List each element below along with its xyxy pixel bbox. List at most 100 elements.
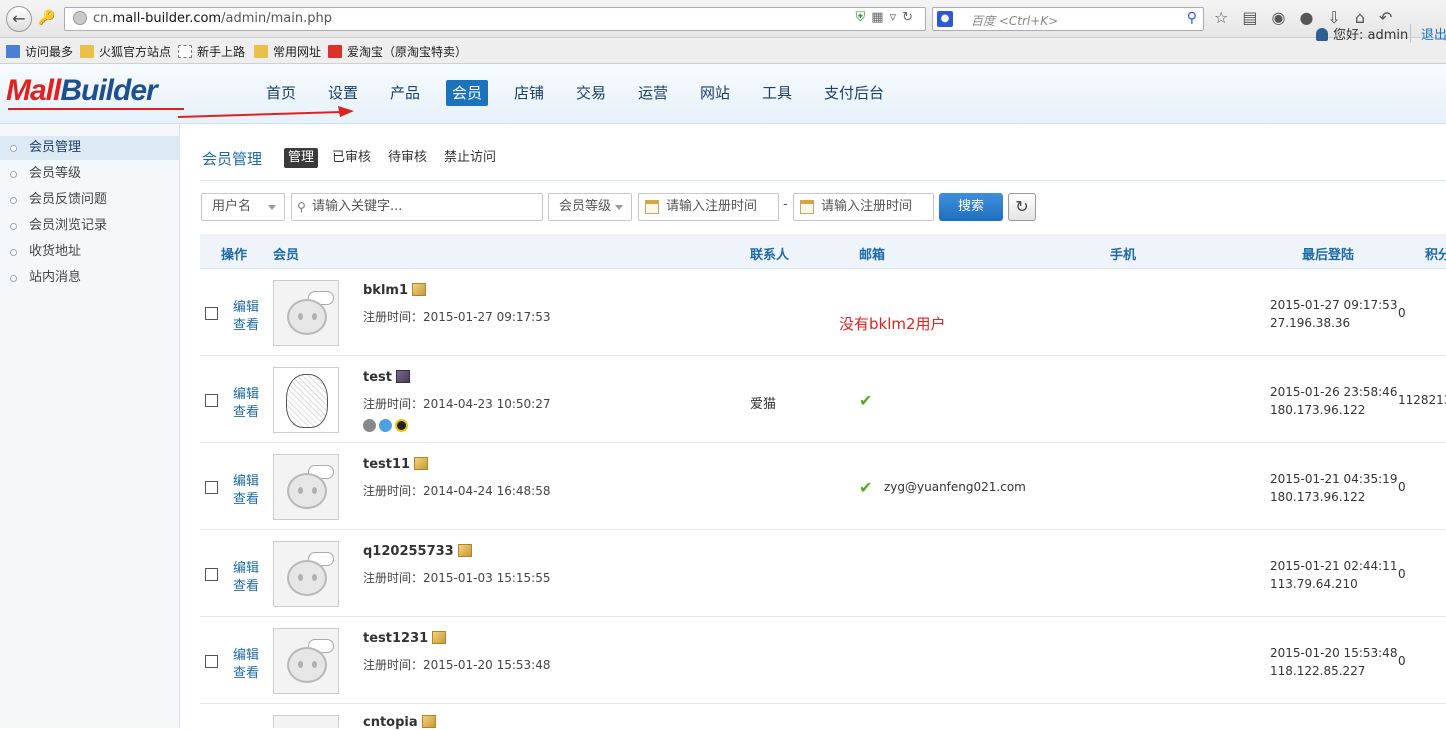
table-row: 编辑 查看 test1231 注册时间：2015-01-20 15:53:48 …	[200, 617, 1446, 704]
bookmark-aitaobao[interactable]: 爱淘宝（原淘宝特卖）	[328, 43, 467, 60]
sidebar-item-browse-history[interactable]: 会员浏览记录	[0, 214, 180, 238]
nav-shops[interactable]: 店铺	[508, 80, 550, 106]
points: 0	[1398, 480, 1406, 494]
baidu-icon[interactable]: ●	[937, 11, 953, 27]
row-checkbox[interactable]	[205, 568, 218, 581]
sidebar: 会员管理 会员等级 会员反馈问题 会员浏览记录 收货地址 站内消息	[0, 124, 180, 728]
annotation-arrow	[177, 106, 354, 118]
reset-button[interactable]: ↻	[1008, 193, 1036, 221]
logo[interactable]: MallBuilder	[6, 74, 158, 108]
qq-icon[interactable]	[395, 419, 408, 432]
username[interactable]: q120255733	[363, 544, 472, 559]
shield-icon[interactable]: ⛨	[856, 10, 872, 25]
nav-tools[interactable]: 工具	[756, 80, 798, 106]
user-greeting: 您好: admin	[1316, 24, 1408, 43]
nav-home[interactable]: 首页	[260, 80, 302, 106]
tab-approved[interactable]: 已审核	[328, 148, 375, 168]
tab-pending[interactable]: 待审核	[384, 148, 431, 168]
sidebar-item-member-management[interactable]: 会员管理	[0, 136, 180, 160]
search-button[interactable]: 搜索	[939, 193, 1003, 221]
row-checkbox[interactable]	[205, 481, 218, 494]
avatar[interactable]	[273, 715, 339, 728]
avatar[interactable]	[273, 280, 339, 346]
view-link[interactable]: 查看	[233, 488, 259, 507]
back-icon[interactable]: ←	[6, 6, 32, 32]
nav-settings[interactable]: 设置	[322, 80, 364, 106]
edit-link[interactable]: 编辑	[233, 470, 259, 489]
divider	[200, 180, 1446, 181]
sidebar-item-messages[interactable]: 站内消息	[0, 266, 180, 290]
keyword-input[interactable]: ⚲ 请输入关键字...	[291, 193, 543, 221]
view-link[interactable]: 查看	[233, 575, 259, 594]
avatar-face	[287, 473, 327, 509]
bookmark-firefox[interactable]: 火狐官方站点	[80, 43, 171, 60]
row-checkbox[interactable]	[205, 655, 218, 668]
edit-link[interactable]: 编辑	[233, 644, 259, 663]
qr-icon[interactable]: ▦	[871, 10, 889, 25]
level-select[interactable]: 会员等级	[548, 193, 632, 221]
points: 1128213	[1398, 393, 1446, 407]
last-login: 2015-01-27 09:17:53 27.196.38.36	[1270, 298, 1398, 330]
view-link[interactable]: 查看	[233, 314, 259, 333]
address-bar-icons: ⛨▦▿↻	[856, 10, 920, 25]
check-icon: ✔	[859, 391, 873, 410]
username[interactable]: bklm1	[363, 283, 426, 298]
nav-website[interactable]: 网站	[694, 80, 736, 106]
nav-members[interactable]: 会员	[446, 80, 489, 106]
table-row: cntopia	[200, 704, 1446, 730]
bookmark-getting-started[interactable]: 新手上路	[178, 43, 245, 60]
folder-icon	[254, 45, 268, 58]
nav-trades[interactable]: 交易	[570, 80, 612, 106]
browser-search-placeholder: 百度 <Ctrl+K>	[971, 14, 1059, 28]
chevron-down-icon	[268, 205, 276, 210]
view-link[interactable]: 查看	[233, 401, 259, 420]
user-icon	[1316, 28, 1328, 41]
reader-icon[interactable]: ▤	[1242, 8, 1271, 27]
avatar[interactable]	[273, 628, 339, 694]
refresh-icon: ↻	[1015, 197, 1029, 216]
row-checkbox[interactable]	[205, 307, 218, 320]
magnifier-icon[interactable]: ⚲	[1187, 10, 1197, 26]
dropdown-icon[interactable]: ▿	[890, 10, 903, 25]
sidebar-item-member-levels[interactable]: 会员等级	[0, 162, 180, 186]
folder-icon	[80, 45, 94, 58]
nav-operations[interactable]: 运营	[632, 80, 674, 106]
check-icon: ✔	[859, 478, 873, 497]
bookmark-most-visited[interactable]: 访问最多	[6, 43, 73, 60]
msn-icon[interactable]	[379, 419, 392, 432]
field-select[interactable]: 用户名	[201, 193, 285, 221]
nav-payment[interactable]: 支付后台	[818, 80, 890, 106]
row-checkbox[interactable]	[205, 394, 218, 407]
star-icon[interactable]: ☆	[1214, 8, 1242, 27]
avatar-face	[287, 299, 327, 335]
avatar[interactable]	[273, 367, 339, 433]
palette-icon[interactable]: ◉	[1271, 8, 1299, 27]
sidebar-item-addresses[interactable]: 收货地址	[0, 240, 180, 264]
edit-link[interactable]: 编辑	[233, 296, 259, 315]
view-link[interactable]: 查看	[233, 662, 259, 681]
browser-search-bar[interactable]: ● 百度 <Ctrl+K> ⚲	[932, 7, 1204, 31]
avatar[interactable]	[273, 454, 339, 520]
username[interactable]: test	[363, 370, 410, 385]
globe-icon	[73, 11, 87, 25]
address-bar[interactable]: cn.mall-builder.com/admin/main.php ⛨▦▿↻	[64, 7, 926, 31]
url-text[interactable]: cn.mall-builder.com/admin/main.php	[93, 11, 332, 26]
date-from-input[interactable]: 请输入注册时间	[638, 193, 779, 221]
col-phone: 手机	[1110, 248, 1137, 263]
tab-manage[interactable]: 管理	[284, 148, 319, 168]
edit-link[interactable]: 编辑	[233, 557, 259, 576]
tab-banned[interactable]: 禁止访问	[440, 148, 500, 168]
avatar[interactable]	[273, 541, 339, 607]
date-to-input[interactable]: 请输入注册时间	[793, 193, 934, 221]
reload-icon[interactable]: ↻	[902, 10, 919, 25]
username[interactable]: test11	[363, 457, 429, 472]
sidebar-item-feedback[interactable]: 会员反馈问题	[0, 188, 180, 212]
nav-products[interactable]: 产品	[384, 80, 426, 106]
bookmark-common[interactable]: 常用网址	[254, 43, 321, 60]
logout-link[interactable]: 退出	[1410, 24, 1446, 43]
username[interactable]: test1231	[363, 631, 447, 646]
edit-link[interactable]: 编辑	[233, 383, 259, 402]
ww-icon[interactable]	[363, 419, 376, 432]
col-actions: 操作	[221, 248, 248, 263]
key-icon[interactable]: 🔑	[38, 10, 55, 26]
